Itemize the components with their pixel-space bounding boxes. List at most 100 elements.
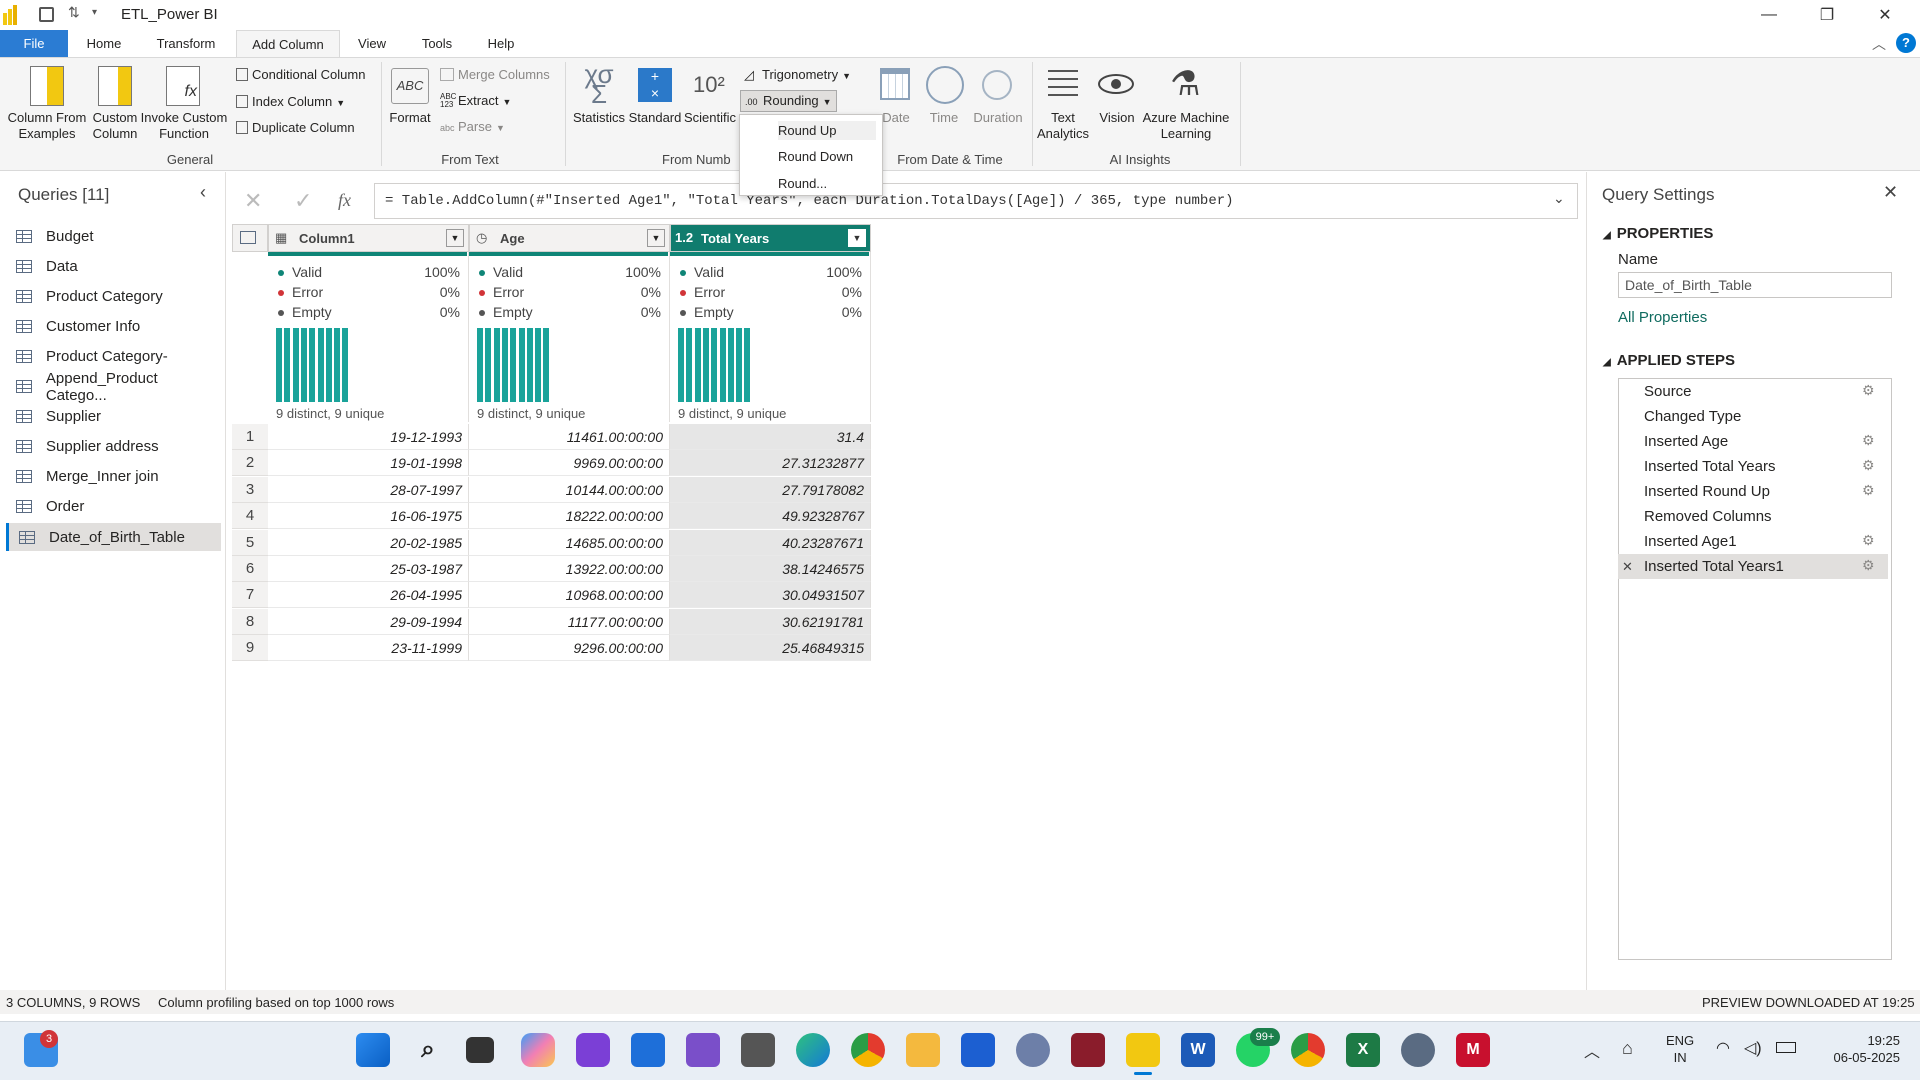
menu-item-round-up[interactable]: Round Up [778,121,876,140]
distribution-bar[interactable] [719,328,726,402]
customize-toolbar-icon[interactable]: ▾ [92,7,97,18]
distribution-bar[interactable] [292,328,299,402]
table-cell[interactable]: 26-04-1995 [268,582,469,609]
table-cell[interactable]: 9296.00:00:00 [469,635,670,662]
table-cell[interactable]: 10144.00:00:00 [469,476,670,503]
app-icon[interactable] [576,1033,610,1067]
profile-empty[interactable]: Empty 0% [477,304,661,320]
row-number[interactable]: 7 [232,582,268,609]
tab-file[interactable]: File [0,30,68,58]
distribution-bar[interactable] [702,328,709,402]
duration-type-icon[interactable]: ◷ [476,230,487,246]
column-filter-icon[interactable]: ▼ [647,229,665,247]
column-filter-icon[interactable]: ▼ [848,229,866,247]
profile-valid[interactable]: Valid 100% [276,264,460,280]
profile-empty[interactable]: Empty 0% [678,304,862,320]
word-icon[interactable]: W [1181,1033,1215,1067]
profile-error[interactable]: Error 0% [477,284,661,300]
table-cell[interactable]: 25.46849315 [670,635,871,662]
profile-empty[interactable]: Empty 0% [276,304,460,320]
start-icon[interactable] [356,1033,390,1067]
applied-step[interactable]: Inserted Age1 [1618,529,1888,554]
visual-studio-icon[interactable] [686,1033,720,1067]
power-bi-taskbar-icon[interactable] [1126,1033,1160,1067]
statistics-button[interactable]: Statistics [570,110,628,126]
row-number[interactable]: 5 [232,529,268,556]
distribution-bar[interactable] [284,328,291,402]
merge-columns-button[interactable]: Merge Columns [440,67,550,83]
table-cell[interactable]: 18222.00:00:00 [469,503,670,530]
battery-icon[interactable] [1776,1042,1796,1053]
format-button[interactable]: Format [386,110,434,126]
save-icon[interactable] [39,7,54,22]
collapse-triangle-icon[interactable]: ◢ [1603,230,1611,241]
table-cell[interactable]: 19-01-1998 [268,450,469,477]
show-hidden-icons-icon[interactable]: ︿ [1584,1038,1600,1062]
gear-icon[interactable]: ⚙ [1862,532,1875,549]
query-item[interactable]: Date_of_Birth_Table [6,523,221,551]
formula-bar[interactable]: = Table.AddColumn(#"Inserted Age1", "Tot… [374,183,1578,219]
distribution-bar[interactable] [535,328,542,402]
table-cell[interactable]: 14685.00:00:00 [469,529,670,556]
collapse-ribbon-icon[interactable]: ︿ [1872,34,1886,54]
table-cell[interactable]: 16-06-1975 [268,503,469,530]
table-cell[interactable]: 9969.00:00:00 [469,450,670,477]
profile-valid[interactable]: Valid 100% [678,264,862,280]
recorder-icon[interactable] [1071,1033,1105,1067]
browser-icon[interactable] [1016,1033,1050,1067]
vision-button[interactable]: Vision [1094,110,1140,126]
applied-step[interactable]: ✕ Inserted Total Years1 [1618,554,1888,579]
column-header-total-years[interactable]: 1.2 Total Years ▼ [670,224,871,252]
gear-icon[interactable]: ⚙ [1862,432,1875,449]
table-cell[interactable]: 30.04931507 [670,582,871,609]
distribution-bar[interactable] [342,328,349,402]
trigonometry-button[interactable]: ◿ Trigonometry ▼ [744,67,851,84]
sort-icon[interactable]: ⇅ [68,4,80,21]
distribution-bar[interactable] [686,328,693,402]
distribution-bar[interactable] [694,328,701,402]
column-header-column1[interactable]: ▦ Column1 ▼ [268,224,469,252]
cancel-formula-icon[interactable]: ✕ [244,188,262,214]
column-filter-icon[interactable]: ▼ [446,229,464,247]
text-analytics-button[interactable]: Text Analytics [1034,110,1092,142]
query-item[interactable]: Product Category [6,282,221,310]
table-cell[interactable]: 38.14246575 [670,556,871,582]
applied-step[interactable]: Changed Type [1618,404,1888,429]
row-number[interactable]: 2 [232,450,268,477]
menu-item-round-down[interactable]: Round Down [778,149,853,164]
table-cell[interactable]: 13922.00:00:00 [469,556,670,582]
table-cell[interactable]: 27.31232877 [670,450,871,477]
table-cell[interactable]: 11461.00:00:00 [469,424,670,450]
tab-help[interactable]: Help [478,30,524,58]
decimal-type-icon[interactable]: 1.2 [675,230,693,245]
query-name-field[interactable]: Date_of_Birth_Table [1618,272,1892,298]
invoke-custom-function-button[interactable]: Invoke Custom Function [140,110,228,142]
distribution-bar[interactable] [317,328,324,402]
scientific-button[interactable]: Scientific [684,110,736,126]
rounding-button[interactable]: .00 Rounding ▼ [740,90,837,112]
close-settings-icon[interactable]: ✕ [1883,182,1898,203]
table-cell[interactable]: 25-03-1987 [268,556,469,582]
distribution-bar[interactable] [526,328,533,402]
gear-icon[interactable]: ⚙ [1862,382,1875,399]
distribution-bar[interactable] [501,328,508,402]
status-profiling[interactable]: Column profiling based on top 1000 rows [158,995,394,1010]
clock[interactable]: 19:25 06-05-2025 [1812,1032,1901,1066]
standard-button[interactable]: Standard [624,110,686,126]
chrome-icon[interactable] [851,1033,885,1067]
table-cell[interactable]: 11177.00:00:00 [469,608,670,635]
distribution-bar[interactable] [736,328,743,402]
row-number[interactable]: 8 [232,608,268,635]
network-status-icon[interactable]: ⌂ [1622,1038,1633,1059]
distribution-bar[interactable] [678,328,684,402]
table-cell[interactable]: 30.62191781 [670,608,871,635]
delete-step-icon[interactable]: ✕ [1622,559,1633,575]
edge-icon[interactable] [796,1033,830,1067]
query-item[interactable]: Data [6,252,221,280]
profile-error[interactable]: Error 0% [276,284,460,300]
store-icon[interactable] [631,1033,665,1067]
tab-add-column[interactable]: Add Column [236,30,340,58]
settings-icon[interactable] [1401,1033,1435,1067]
task-view-icon[interactable] [466,1037,494,1063]
row-number[interactable]: 4 [232,503,268,530]
